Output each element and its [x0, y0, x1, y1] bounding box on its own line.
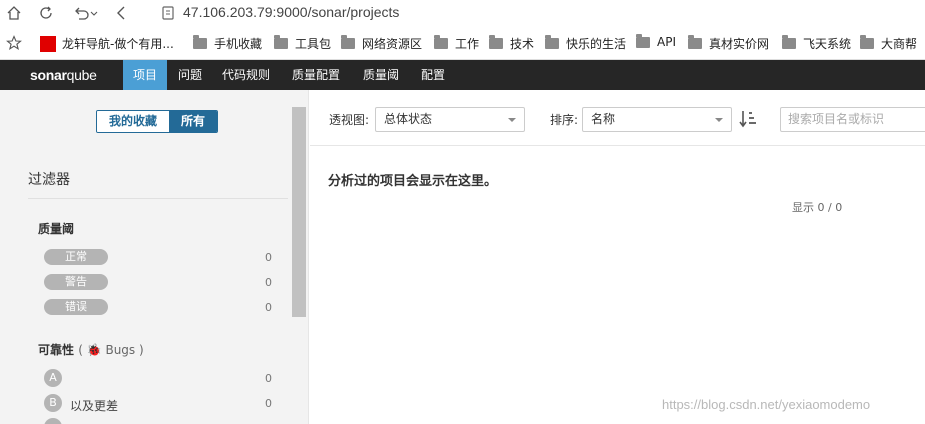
bookmark-item[interactable]: API [636, 33, 676, 49]
filters-title: 过滤器 [28, 172, 70, 188]
folder-icon [341, 35, 355, 49]
bookmark-item[interactable]: 技术 [489, 35, 534, 52]
filter-warning[interactable]: 警告 [44, 274, 108, 290]
home-icon[interactable] [4, 3, 24, 23]
watermark: https://blog.csdn.net/yexiaomodemo [662, 397, 871, 412]
filter-count: 0 [265, 397, 272, 410]
nav-rules[interactable]: 代码规则 [212, 60, 280, 90]
bookmark-item[interactable]: 工作 [434, 35, 479, 52]
search-input[interactable]: 搜索项目名或标识 [780, 107, 925, 132]
reliability-title: 可靠性 ( 🐞 Bugs ) [38, 343, 144, 357]
nav-projects[interactable]: 项目 [123, 60, 168, 90]
bookmarks-bar: 龙轩导航-做个有用... 手机收藏 工具包 网络资源区 工作 技术 快乐的生活 … [0, 31, 925, 57]
folder-icon [688, 35, 702, 49]
star-icon[interactable] [4, 33, 24, 53]
folder-icon [860, 35, 874, 49]
browser-chrome: 47.106.203.79:9000/sonar/projects 龙轩导航-做… [0, 0, 925, 60]
projects-toolbar: 透视图: 总体状态 排序: 名称 搜索项目名或标识 [310, 90, 925, 146]
folder-icon [434, 35, 448, 49]
undo-history-icon[interactable] [72, 3, 100, 23]
bugs-subtitle: ( 🐞 Bugs ) [78, 343, 144, 357]
view-select[interactable]: 总体状态 [375, 107, 525, 132]
sort-label: 排序: [550, 113, 579, 127]
bookmark-item[interactable]: 真材实价网 [688, 35, 769, 52]
bookmark-item[interactable]: 手机收藏 [193, 35, 262, 52]
quality-gate-title: 质量阈 [38, 222, 75, 236]
project-count: 显示 0 / 0 [792, 201, 843, 214]
bookmark-item[interactable]: 网络资源区 [341, 35, 422, 52]
rating-b-label: 以及更差 [70, 399, 119, 413]
chevron-down-icon [715, 118, 723, 122]
sonarqube-logo[interactable]: sonarqube [30, 67, 97, 83]
all-button[interactable]: 所有 [169, 111, 218, 132]
filter-count: 0 [265, 251, 272, 264]
back-icon[interactable] [112, 3, 132, 23]
folder-icon [193, 35, 207, 49]
bookmark-item[interactable]: 飞天系统 [782, 35, 851, 52]
folder-icon [545, 35, 559, 49]
empty-state-message: 分析过的项目会显示在这里。 [328, 174, 498, 189]
folder-icon [274, 35, 288, 49]
filter-count: 0 [265, 372, 272, 385]
favorites-button[interactable]: 我的收藏 [97, 111, 170, 132]
view-label: 透视图: [329, 113, 370, 127]
page-info-icon[interactable] [162, 6, 174, 23]
red-square-icon [40, 35, 56, 52]
address-bar[interactable]: 47.106.203.79:9000/sonar/projects [183, 4, 399, 20]
rating-a-badge[interactable]: A [44, 369, 62, 387]
filter-count: 0 [265, 276, 272, 289]
rating-c-badge[interactable] [44, 418, 62, 424]
chevron-down-icon [508, 118, 516, 122]
folder-icon [782, 35, 796, 49]
nav-issues[interactable]: 问题 [168, 60, 212, 90]
nav-administration[interactable]: 配置 [411, 60, 455, 90]
sort-select[interactable]: 名称 [582, 107, 732, 132]
divider [28, 198, 288, 199]
filter-count: 0 [265, 301, 272, 314]
address-row: 47.106.203.79:9000/sonar/projects [0, 0, 925, 28]
bookmark-item[interactable]: 大商帮 [860, 35, 917, 52]
nav-quality-profiles[interactable]: 质量配置 [282, 60, 350, 90]
filter-sidebar: 我的收藏 所有 过滤器 质量阈 正常 0 警告 0 错误 0 可靠性 ( 🐞 B… [0, 90, 309, 424]
bookmark-item[interactable]: 快乐的生活 [545, 35, 626, 52]
bookmark-item[interactable]: 工具包 [274, 35, 331, 52]
favorites-all-toggle: 我的收藏 所有 [96, 110, 219, 133]
reload-icon[interactable] [36, 3, 56, 23]
folder-icon [489, 35, 503, 49]
rating-b-badge[interactable]: B [44, 394, 62, 412]
bookmark-item[interactable]: 龙轩导航-做个有用... [40, 35, 174, 52]
sidebar-scrollbar[interactable] [292, 107, 306, 317]
folder-icon [636, 33, 650, 48]
filter-error[interactable]: 错误 [44, 299, 108, 315]
projects-main: 透视图: 总体状态 排序: 名称 搜索项目名或标识 分析过的项目会显示在这里。 … [310, 90, 925, 424]
nav-quality-gates[interactable]: 质量阈 [353, 60, 409, 90]
sort-direction-icon[interactable] [739, 109, 757, 132]
filter-passed[interactable]: 正常 [44, 249, 108, 265]
top-navigation: sonarqube 项目 问题 代码规则 质量配置 质量阈 配置 [0, 60, 925, 90]
